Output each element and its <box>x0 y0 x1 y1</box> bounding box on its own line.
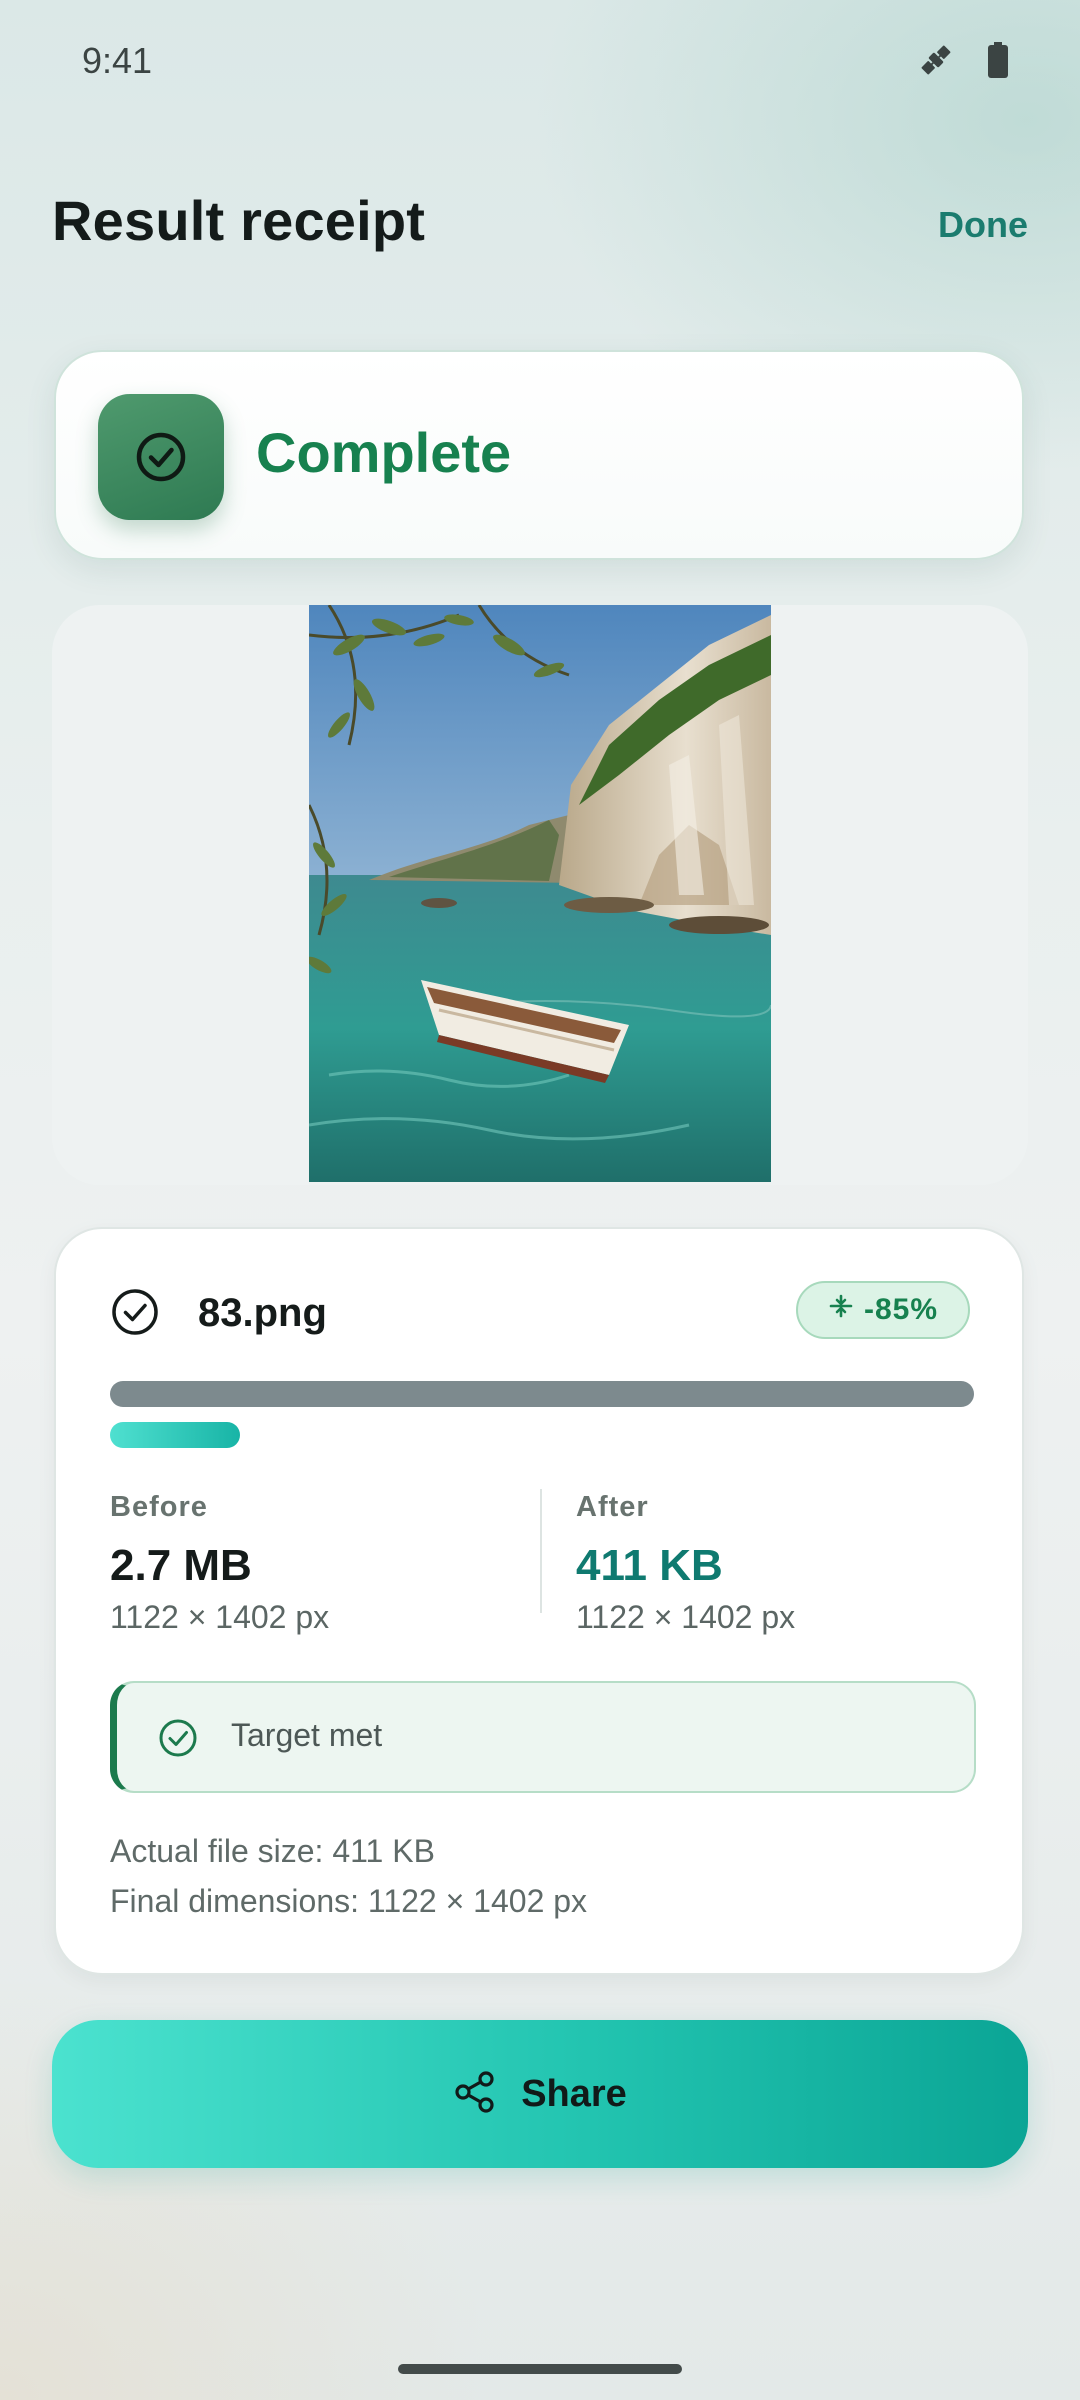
check-circle-icon <box>157 1717 199 1764</box>
column-divider <box>540 1489 542 1613</box>
after-size: 411 KB <box>576 1541 723 1590</box>
status-icons <box>916 40 1010 85</box>
before-label: Before <box>110 1491 208 1523</box>
done-button[interactable]: Done <box>938 204 1028 246</box>
before-size: 2.7 MB <box>110 1541 252 1590</box>
reduction-badge: -85% <box>796 1281 970 1339</box>
status-card: Complete <box>54 350 1024 560</box>
share-label: Share <box>521 2072 627 2115</box>
after-label: After <box>576 1491 649 1523</box>
target-status-banner: Target met <box>110 1681 976 1793</box>
compress-icon <box>828 1293 854 1327</box>
file-name: 83.png <box>198 1291 327 1335</box>
reduction-value: -85% <box>863 1293 939 1326</box>
final-dimensions: Final dimensions: 1122 × 1402 px <box>110 1883 588 1919</box>
share-button[interactable]: Share <box>52 2020 1028 2168</box>
page-title: Result receipt <box>52 189 426 252</box>
status-time: 9:41 <box>82 40 153 81</box>
home-indicator[interactable] <box>398 2364 682 2374</box>
progress-fill <box>110 1422 240 1448</box>
share-icon <box>453 2070 497 2119</box>
check-circle-icon <box>98 394 224 520</box>
status-label: Complete <box>256 421 512 484</box>
image-preview-card <box>52 605 1028 1185</box>
result-image[interactable] <box>309 605 771 1182</box>
before-dimensions: 1122 × 1402 px <box>110 1599 330 1635</box>
after-dimensions: 1122 × 1402 px <box>576 1599 796 1635</box>
check-circle-icon <box>110 1287 160 1342</box>
target-status-text: Target met <box>231 1717 383 1753</box>
actual-file-size: Actual file size: 411 KB <box>110 1833 435 1869</box>
progress-track <box>110 1381 974 1407</box>
progress-bar <box>110 1422 974 1448</box>
details-card: 83.png -85% Before 2.7 MB 1122 × 1402 px… <box>54 1227 1024 1975</box>
battery-icon <box>986 40 1010 85</box>
satellite-icon <box>916 40 956 85</box>
